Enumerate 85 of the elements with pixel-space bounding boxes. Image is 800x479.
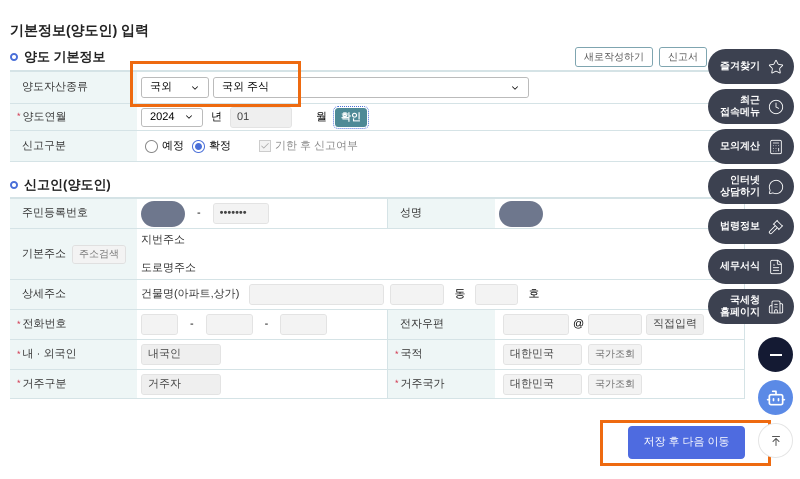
field-label: 국적 [400,347,423,362]
input-field[interactable]: 거주자 [141,374,221,394]
month-unit: 월 [316,110,327,125]
save-next-button[interactable]: 저장 후 다음 이동 [628,426,745,459]
scroll-top-button[interactable] [758,423,793,458]
minus-icon [770,354,782,356]
input-field[interactable] [588,314,642,335]
field-label: 거주구분 [22,376,67,392]
address-text: 도로명주소 [141,261,196,276]
required-mark: * [395,377,399,390]
quick-menu-button[interactable]: 최근 접속메뉴 [708,89,794,124]
field-label: 상세주소 [22,287,66,302]
required-mark: * [395,348,399,361]
page-title: 기본정보(양도인) 입력 [10,21,150,40]
toolbar-button[interactable]: 신고서 [659,47,707,67]
field-label: 신고구분 [22,138,66,154]
radio-option[interactable]: 확정 [192,138,231,154]
clock-icon [768,98,784,114]
dong-label: 동 [454,287,466,302]
field-label: 전자우편 [400,317,444,332]
required-mark: * [17,377,21,390]
resident-number-field[interactable]: ••••••• [212,203,269,224]
bullet-icon [10,53,18,61]
collapse-button[interactable] [758,337,793,372]
arrow-up-icon [770,434,782,446]
field-label: 내 · 외국인 [22,347,76,362]
field-label: 거주국가 [400,376,445,392]
confirm-button[interactable]: 확인 [335,108,367,126]
field-label: 기본주소 [22,246,66,262]
dash: - [197,206,201,222]
field-label: 양도자산종류 [22,80,88,96]
input-field[interactable] [280,314,328,335]
quick-menu-button[interactable]: 모의계산 [708,129,794,164]
month-field[interactable]: 01 [230,106,292,128]
year-unit: 년 [211,110,222,125]
document-icon [768,258,784,274]
region-select[interactable]: 국외 [141,77,209,98]
input-field[interactable]: 대한민국 [503,374,582,394]
quick-menu-button[interactable]: 국세청 홈페이지 [708,289,794,324]
input-field[interactable] [390,284,444,305]
year-select[interactable]: 2024 [141,108,203,126]
star-icon [768,58,784,74]
dash: - [264,317,268,332]
bullet-icon [10,181,18,189]
input-field[interactable] [503,314,569,335]
input-field[interactable]: 내국인 [141,344,221,365]
quick-menu-button[interactable]: 법령정보 [708,209,794,244]
check-icon [260,141,270,151]
radio-option[interactable]: 예정 [145,138,184,154]
input-field[interactable] [141,314,178,335]
quick-menu-button[interactable]: 세무서식 [708,249,794,284]
building-icon [768,298,784,314]
input-field[interactable] [475,284,518,305]
section-title: 신고인(양도인) [24,176,111,194]
country-lookup-button[interactable]: 국가조회 [588,374,642,394]
section-title: 양도 기본정보 [24,48,106,66]
quick-menu-button[interactable]: 즐겨찾기 [708,49,794,84]
input-field[interactable]: 대한민국 [503,344,582,365]
redaction-mark [499,200,543,226]
gavel-icon [768,218,784,234]
input-field[interactable] [249,284,384,305]
field-label: 전화번호 [22,317,67,332]
address-text: 지번주소 [141,232,185,248]
dash: - [190,317,194,332]
calculator-icon [768,138,784,154]
toolbar-button[interactable]: 새로작성하기 [575,47,653,67]
input-field[interactable] [206,314,253,335]
required-mark: * [17,110,21,124]
redaction-mark [141,200,185,226]
required-mark: * [17,318,21,331]
chatbot-button[interactable] [758,380,793,415]
quick-menu-button[interactable]: 인터넷 상담하기 [708,169,794,204]
at-sign: @ [573,317,584,332]
asset-select[interactable]: 국외 주식 [213,77,529,98]
ho-label: 호 [528,287,540,302]
field-label: 성명 [400,206,422,222]
field-label: 양도연월 [22,110,67,125]
robot-icon [766,388,786,408]
building-label: 건물명(아파트,상가) [141,287,240,302]
required-mark: * [17,348,21,361]
domain-select[interactable]: 직접입력 [646,314,704,335]
field-label: 주민등록번호 [22,206,88,222]
address-search-button[interactable]: 주소검색 [72,244,126,264]
chat-icon [768,178,784,194]
country-lookup-button[interactable]: 국가조회 [588,344,642,365]
